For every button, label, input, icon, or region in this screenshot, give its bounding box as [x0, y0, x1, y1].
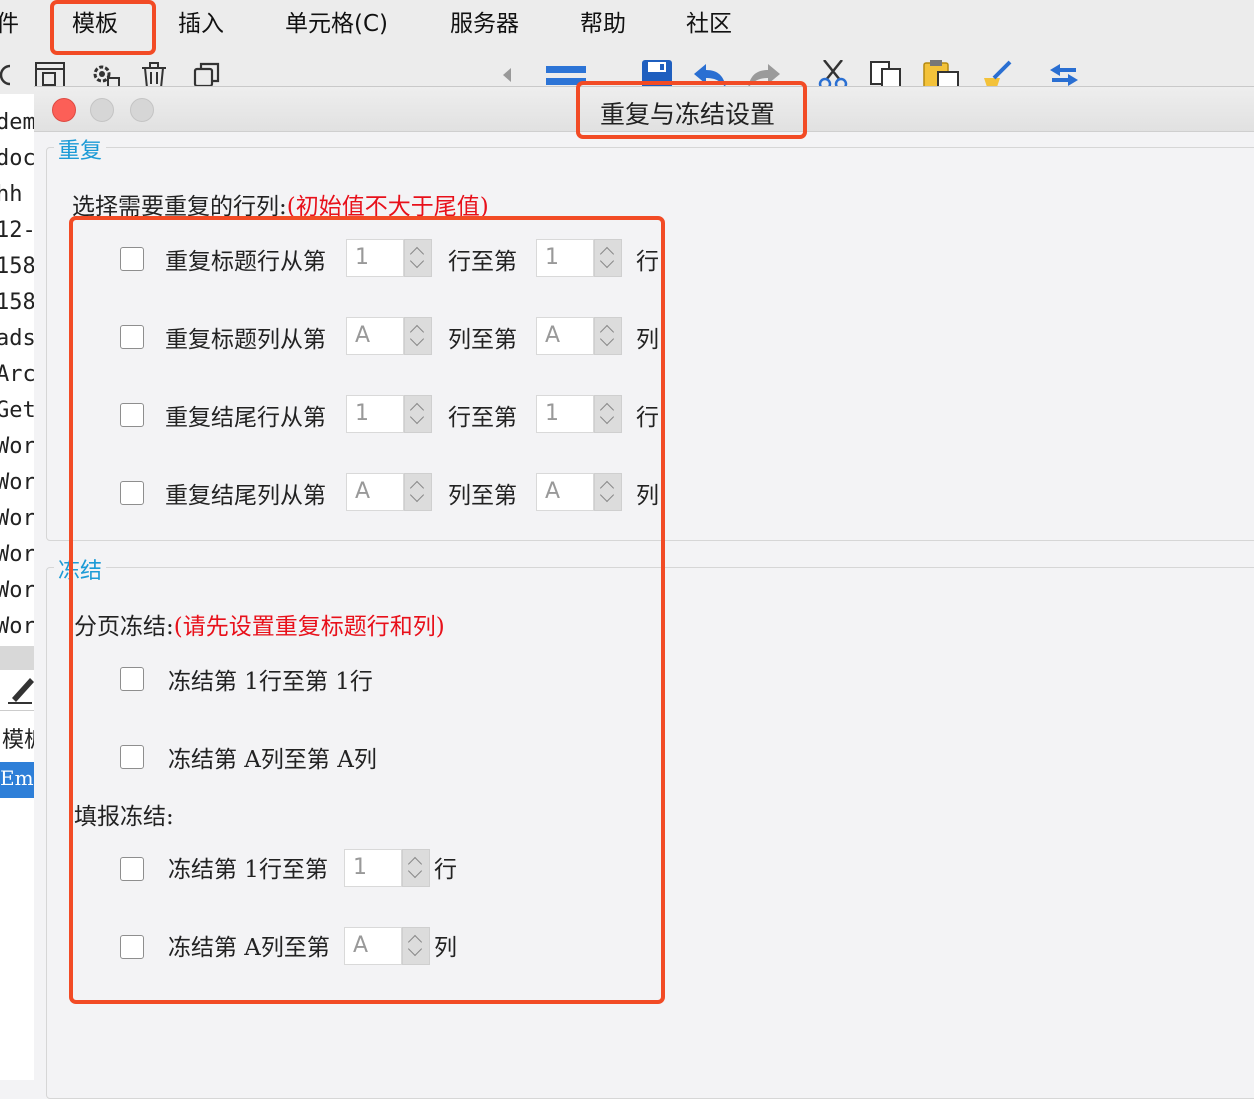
pen-icon[interactable] [8, 672, 34, 704]
minimize-button[interactable] [90, 98, 114, 122]
sidebar-divider [0, 646, 34, 670]
list-item[interactable]: ads [0, 326, 34, 351]
highlight-menu-template [50, 0, 156, 55]
menu-insert[interactable]: 插入 [178, 6, 224, 42]
list-item[interactable]: Wor [0, 506, 34, 531]
list-item[interactable]: Wor [0, 542, 34, 567]
sidebar-tab-template[interactable]: 模板 [2, 722, 34, 754]
list-item[interactable]: hh [0, 182, 23, 207]
list-item[interactable]: Get [0, 398, 34, 423]
list-item[interactable]: doc [0, 146, 34, 171]
menu-cell[interactable]: 单元格(C) [285, 6, 388, 42]
sidebar-selected-label: Emb [0, 766, 34, 790]
file-sidebar: dem doc hh 12- 158 158 ads Arc Get Wor W… [0, 94, 35, 1080]
list-item[interactable]: 158 [0, 290, 34, 315]
refresh-icon[interactable] [0, 60, 14, 90]
list-item[interactable]: dem [0, 110, 34, 135]
menu-server[interactable]: 服务器 [450, 6, 519, 42]
repeat-legend: 重复 [54, 133, 107, 165]
list-item[interactable]: Wor [0, 470, 34, 495]
highlight-settings-area [69, 216, 665, 1004]
menu-file[interactable]: 件 [0, 6, 19, 42]
list-item[interactable]: 12- [0, 218, 34, 243]
zoom-button[interactable] [130, 98, 154, 122]
list-item[interactable]: Arc [0, 362, 34, 387]
close-button[interactable] [52, 98, 76, 122]
menu-help[interactable]: 帮助 [580, 6, 626, 42]
sidebar-selected-item[interactable]: Emb [0, 762, 34, 798]
list-item[interactable]: Wor [0, 614, 34, 639]
menu-community[interactable]: 社区 [686, 6, 732, 42]
menu-bar: 件 模板 插入 单元格(C) 服务器 帮助 社区 [0, 0, 1254, 50]
list-item[interactable]: Wor [0, 578, 34, 603]
list-item[interactable]: 158 [0, 254, 34, 279]
highlight-dialog-title [576, 81, 807, 139]
list-item[interactable]: Wor [0, 434, 34, 459]
